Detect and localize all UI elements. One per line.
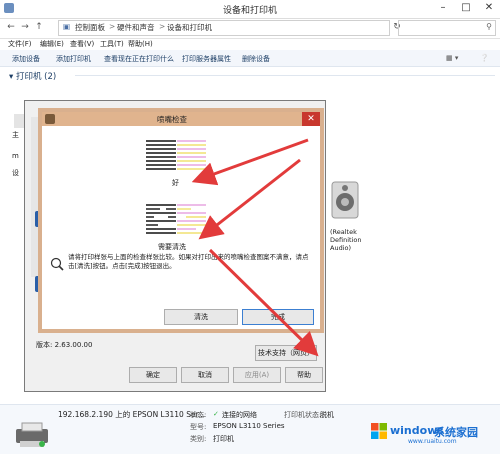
selected-printer-name: 192.168.2.190 上的 EPSON L3110 Ser... — [58, 410, 206, 419]
arrow-to-tech-support — [208, 248, 319, 357]
status-value: 连接的网络 — [222, 411, 257, 419]
category-value: 打印机 — [213, 435, 234, 443]
arrow-to-good-pattern — [191, 138, 309, 186]
printer-icon — [16, 422, 48, 447]
status-check-icon: ✓ — [213, 410, 219, 418]
printer-status-value: 脱机 — [320, 411, 334, 419]
printer-status-label: 打印机状态: — [284, 411, 322, 419]
watermark-url: www.ruaitu.com — [408, 438, 457, 445]
model-value: EPSON L3110 Series — [213, 422, 285, 430]
watermark: windows 系统家园 www.ruaitu.com — [370, 418, 496, 448]
model-label: 型号: — [190, 423, 207, 431]
annotation-arrows — [191, 138, 319, 357]
category-label: 类别: — [190, 435, 207, 443]
windows-logo-icon — [371, 423, 387, 439]
status-label: 状态: — [190, 411, 207, 419]
